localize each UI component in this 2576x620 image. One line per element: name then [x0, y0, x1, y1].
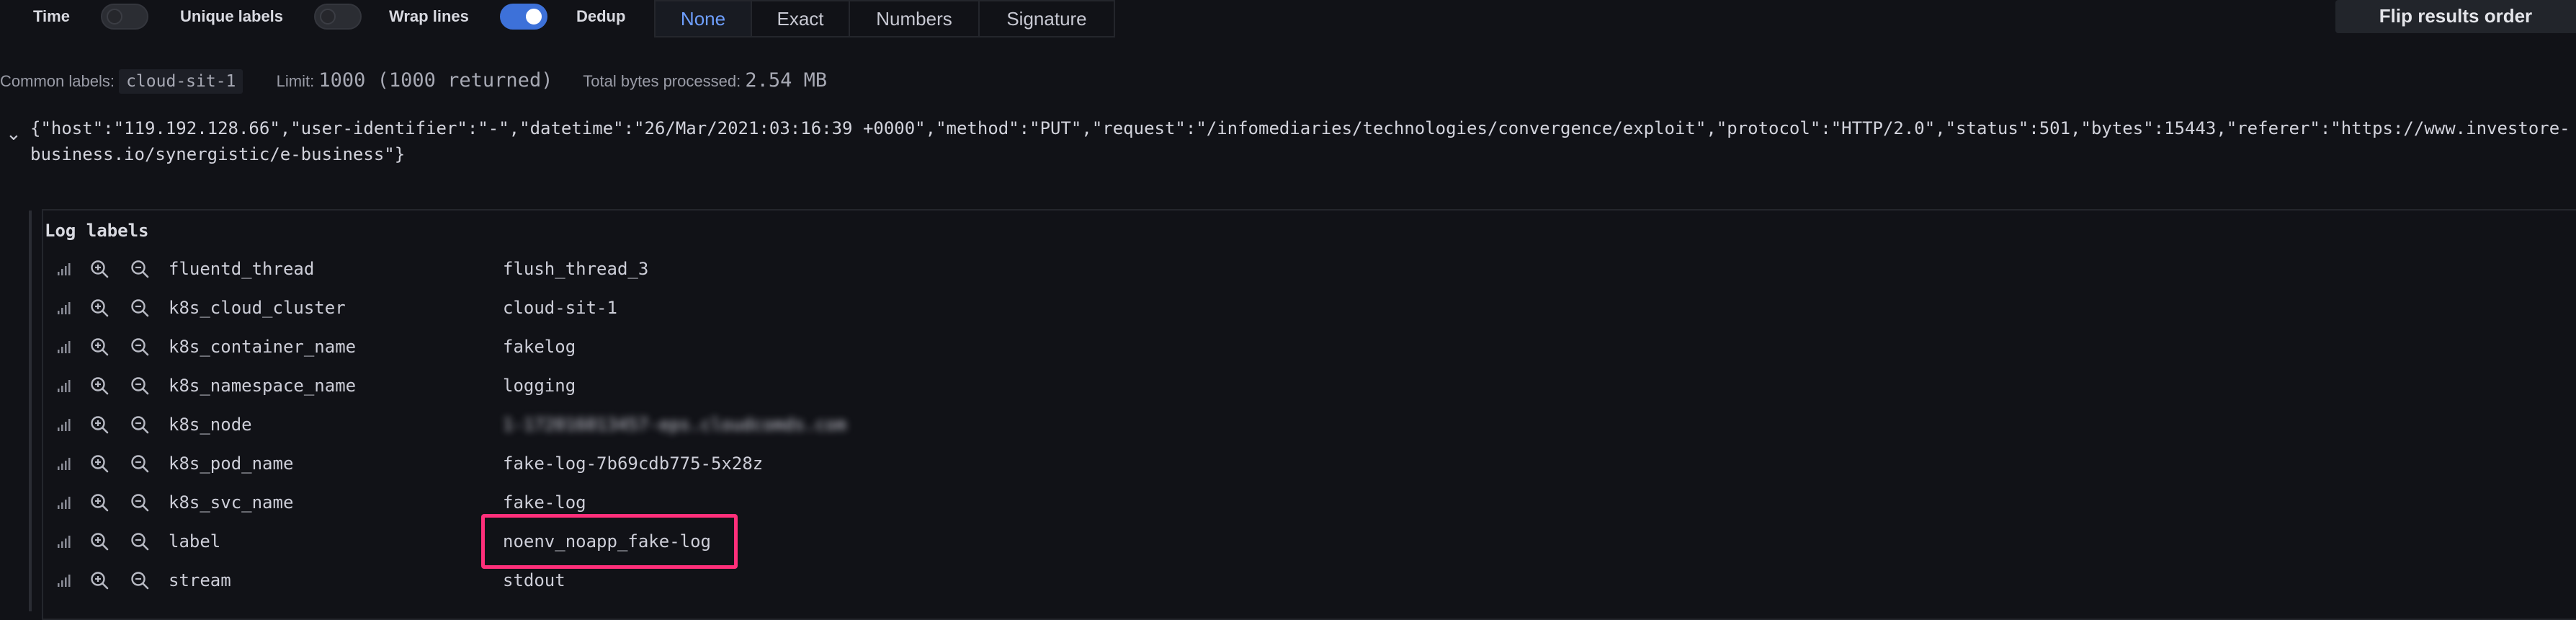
- limit-value: 1000 (1000 returned): [318, 69, 553, 92]
- wrap-lines-toggle[interactable]: [500, 4, 547, 30]
- label-key: k8s_svc_name: [169, 492, 294, 513]
- log-row-indent-line: [29, 211, 32, 611]
- stats-icon[interactable]: [56, 483, 72, 522]
- zoom-out-icon[interactable]: [130, 405, 150, 444]
- stats-icon[interactable]: [56, 561, 72, 600]
- zoom-in-icon[interactable]: [89, 288, 109, 327]
- zoom-in-icon[interactable]: [89, 561, 109, 600]
- label-key: k8s_namespace_name: [169, 376, 357, 396]
- dedup-numbers-button[interactable]: Numbers: [850, 1, 980, 36]
- dedup-none-button[interactable]: None: [656, 1, 752, 36]
- log-options-bar: Time Unique labels Wrap lines Dedup None…: [0, 0, 2576, 39]
- unique-labels-toggle[interactable]: [314, 4, 362, 30]
- log-label-row: k8s_container_name fakelog: [45, 327, 2576, 366]
- flip-results-order-button[interactable]: Flip results order: [2335, 0, 2576, 33]
- unique-labels-label: Unique labels: [180, 7, 284, 25]
- limit-label: Limit:: [276, 72, 315, 90]
- dedup-label: Dedup: [576, 7, 626, 25]
- label-key: k8s_cloud_cluster: [169, 298, 346, 318]
- log-label-row: k8s_svc_name fake-log: [45, 483, 2576, 522]
- dedup-signature-button[interactable]: Signature: [980, 1, 1114, 36]
- time-toggle[interactable]: [101, 4, 148, 30]
- zoom-out-icon[interactable]: [130, 522, 150, 561]
- log-label-row: k8s_pod_name fake-log-7b69cdb775-5x28z: [45, 444, 2576, 483]
- zoom-in-icon[interactable]: [89, 366, 109, 405]
- zoom-out-icon[interactable]: [130, 249, 150, 288]
- dedup-mode-group: None Exact Numbers Signature: [654, 0, 1115, 37]
- common-labels-chip: cloud-sit-1: [119, 69, 243, 94]
- time-label: Time: [33, 7, 70, 25]
- zoom-out-icon[interactable]: [130, 366, 150, 405]
- log-label-row: label noenv_noapp_fake-log: [45, 522, 2576, 561]
- log-label-row: k8s_namespace_name logging: [45, 366, 2576, 405]
- label-key: stream: [169, 570, 231, 590]
- label-key: fluentd_thread: [169, 259, 315, 279]
- toggle-knob: [320, 9, 336, 25]
- stats-icon[interactable]: [56, 444, 72, 483]
- log-label-row: stream stdout: [45, 561, 2576, 600]
- query-stats-bar: Common labels: cloud-sit-1 Limit: 1000 (…: [0, 66, 827, 95]
- stats-icon[interactable]: [56, 249, 72, 288]
- zoom-out-icon[interactable]: [130, 561, 150, 600]
- common-labels-label: Common labels:: [0, 72, 115, 90]
- zoom-in-icon[interactable]: [89, 249, 109, 288]
- bytes-processed-label: Total bytes processed:: [583, 72, 741, 90]
- log-labels-title: Log labels: [45, 221, 149, 241]
- label-key: k8s_pod_name: [169, 453, 294, 474]
- label-value: fakelog: [503, 337, 576, 357]
- toggle-knob: [107, 9, 122, 25]
- zoom-in-icon[interactable]: [89, 483, 109, 522]
- label-key: k8s_node: [169, 415, 252, 435]
- wrap-lines-label: Wrap lines: [389, 7, 469, 25]
- toggle-knob: [526, 9, 542, 25]
- zoom-out-icon[interactable]: [130, 327, 150, 366]
- stats-icon[interactable]: [56, 288, 72, 327]
- zoom-out-icon[interactable]: [130, 444, 150, 483]
- zoom-in-icon[interactable]: [89, 327, 109, 366]
- label-key: k8s_container_name: [169, 337, 357, 357]
- label-value: cloud-sit-1: [503, 298, 617, 318]
- zoom-in-icon[interactable]: [89, 444, 109, 483]
- log-label-row: k8s_cloud_cluster cloud-sit-1: [45, 288, 2576, 327]
- log-label-row: k8s_node 1-172016013457-eps.cloudcomds.c…: [45, 405, 2576, 444]
- label-value: fake-log-7b69cdb775-5x28z: [503, 453, 764, 474]
- zoom-out-icon[interactable]: [130, 288, 150, 327]
- label-value: logging: [503, 376, 576, 396]
- zoom-out-icon[interactable]: [130, 483, 150, 522]
- zoom-in-icon[interactable]: [89, 405, 109, 444]
- label-key: label: [169, 531, 221, 552]
- stats-icon[interactable]: [56, 366, 72, 405]
- log-line[interactable]: {"host":"119.192.128.66","user-identifie…: [30, 115, 2576, 167]
- stats-icon[interactable]: [56, 327, 72, 366]
- stats-icon[interactable]: [56, 405, 72, 444]
- log-label-row: fluentd_thread flush_thread_3: [45, 249, 2576, 288]
- chevron-down-icon[interactable]: ⌄: [6, 123, 22, 145]
- dedup-exact-button[interactable]: Exact: [752, 1, 850, 36]
- zoom-in-icon[interactable]: [89, 522, 109, 561]
- highlight-box: [481, 514, 738, 569]
- label-value: flush_thread_3: [503, 259, 649, 279]
- bytes-processed-value: 2.54 MB: [745, 69, 828, 92]
- stats-icon[interactable]: [56, 522, 72, 561]
- label-value: 1-172016013457-eps.cloudcomds.com: [503, 415, 846, 435]
